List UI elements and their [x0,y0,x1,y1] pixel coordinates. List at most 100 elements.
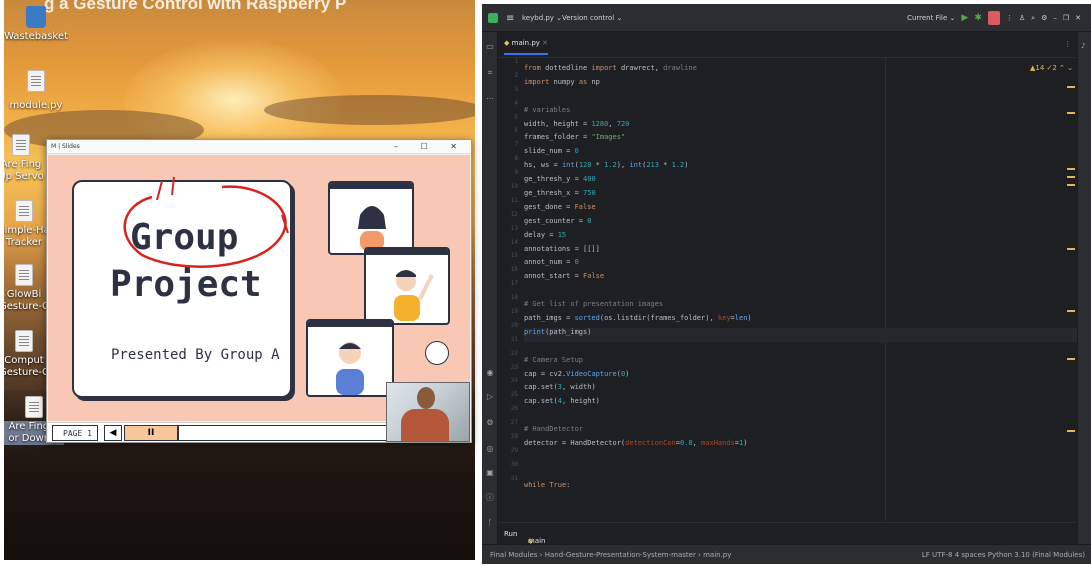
code-token: len [734,314,748,323]
code-line[interactable]: cap.set(4, height) [524,397,1077,411]
version-control-menu[interactable]: Version control ⌄ [562,14,622,22]
code-line[interactable]: cap = cv2.VideoCapture(0) [524,370,1077,384]
code-token: delay = [524,230,558,239]
code-line[interactable]: slide_num = 0 [524,147,1077,161]
version-control-icon[interactable]: ᚴ [485,518,495,528]
tab-options-icon[interactable]: ⋮ [1064,40,1071,48]
more-icon[interactable]: ⋮ [1006,14,1013,22]
code-token: int [561,161,575,170]
code-line[interactable]: path_imgs = sorted(os.listdir(frames_fol… [524,314,1077,328]
desktop-icon-label: Are Fing Up Servo [4,159,44,182]
computer-gesture-desktop-icon[interactable]: Comput Gesture-C [4,330,50,379]
stop-icon[interactable] [987,11,1000,25]
wastebasket-desktop-icon[interactable]: Wastebasket [4,6,68,43]
code-line[interactable]: annot_num = 0 [524,258,1077,272]
code-token: ), [616,161,630,170]
code-line[interactable] [524,92,1077,106]
minimize-icon[interactable]: – [1053,14,1057,22]
code-line[interactable]: # variables [524,106,1077,120]
code-token: "Images" [591,133,626,142]
line-number: 6 [514,127,518,135]
page-indicator: PAGE 1 [52,425,98,441]
problems-icon[interactable]: ⓘ [485,492,495,502]
line-number: 27 [510,419,518,427]
code-line[interactable]: gest_done = False [524,203,1077,217]
code-line[interactable]: ge_thresh_y = 400 [524,175,1077,189]
code-token: # Camera Setup [524,355,584,364]
code-with-me-icon[interactable]: ♙ [1019,14,1025,22]
pause-button[interactable]: II [124,425,178,441]
code-line[interactable]: import numpy as np [524,78,1077,92]
project-switcher[interactable]: keybd.py ⌄ [522,14,562,22]
code-line[interactable]: annotations = [[]] [524,245,1077,259]
code-line[interactable] [524,411,1077,425]
code-token: True [549,480,567,489]
code-line[interactable]: width, height = 1280, 720 [524,120,1077,134]
progress-track[interactable] [178,425,392,441]
code-line[interactable]: from dottedline import drawrect, drawlin… [524,64,1077,78]
pycharm-logo-icon[interactable] [488,13,498,23]
close-icon[interactable]: ✕ [1075,14,1081,22]
code-line[interactable]: detector = HandDetector(detectionCon=0.8… [524,439,1077,453]
code-line[interactable]: annot_start = False [524,272,1077,286]
breadcrumb[interactable]: Final Modules › Hand-Gesture-Presentatio… [490,551,731,559]
python-packages-icon[interactable]: ◉ [485,368,495,378]
code-line[interactable]: gest_counter = 0 [524,217,1077,231]
more-tools-icon[interactable]: … [485,92,495,102]
close-tab-icon[interactable]: ✕ [542,39,548,47]
settings-icon[interactable]: ⚙ [1041,14,1047,22]
line-number: 8 [514,155,518,163]
code-line[interactable]: # Get list of presentation images [524,300,1077,314]
slides-window-titlebar[interactable]: M | Slides – ☐ ✕ [47,140,471,154]
terminal-icon[interactable]: ▣ [485,468,495,478]
code-editor[interactable]: 1 2 3 4 5 6 7 8 9 10 11 12 13 14 15 16 17 18 19 20 21 22 23 24 2… [498,58,1077,522]
prev-slide-button[interactable]: ◀ [104,425,122,441]
line-number: 7 [514,141,518,149]
debug-icon[interactable]: ✱ [974,13,982,23]
project-icon[interactable]: ▭ [485,42,495,52]
module-py-desktop-icon[interactable]: module.py [4,70,68,112]
glowbit-gesture-desktop-icon[interactable]: GlowBi Gesture-C [4,264,50,313]
code-line[interactable] [524,453,1077,467]
code-token: # HandDetector [524,425,584,434]
tab-main-py[interactable]: ◆ main.py ✕ [504,39,549,55]
code-token: False [583,272,605,281]
code-line[interactable]: print(path_imgs) [524,327,1077,342]
code-line[interactable]: cap.set(3, width) [524,383,1077,397]
python-console-icon[interactable]: ◎ [485,444,495,454]
code-token: 400 [583,175,596,184]
run-config-select[interactable]: Current File ⌄ [907,14,955,22]
code-line[interactable] [524,286,1077,300]
restore-icon[interactable]: ❐ [1063,14,1069,22]
code-line[interactable]: while True: [524,481,1077,495]
run-tool-icon[interactable]: ▷ [485,392,495,402]
code-line[interactable]: ge_thresh_x = 750 [524,189,1077,203]
main-menu-icon[interactable]: ≡ [506,13,514,24]
right-tool-rail: ♪ [1077,32,1091,544]
status-right[interactable]: LF UTF-8 4 spaces Python 3.10 (Final Mod… [922,551,1085,559]
are-fingers-up-servo-desktop-icon[interactable]: Are Fing Up Servo [4,134,46,183]
code-line[interactable]: hs, ws = int(120 * 1.2), int(213 * 1.2) [524,161,1077,175]
line-number: 16 [510,266,518,274]
services-icon[interactable]: ⚙ [485,418,495,428]
code-line[interactable]: # HandDetector [524,425,1077,439]
code-line[interactable]: # Camera Setup [524,356,1077,370]
code-line[interactable] [524,342,1077,356]
structure-icon[interactable]: ⌗ [485,68,495,78]
simple-hand-tracker-desktop-icon[interactable]: Simple-Ha Tracker [4,200,50,249]
code-token: ) [747,314,752,323]
code-token: ge_thresh_y = [524,175,584,184]
notifications-icon[interactable]: ♪ [1081,42,1085,50]
inspection-widget[interactable]: ▲14 ✓2 ⌃ ⌄ [1030,64,1073,72]
line-number: 2 [514,71,518,79]
warning-mark [1067,112,1075,114]
code-line[interactable] [524,467,1077,481]
run-icon[interactable]: ▶ [961,13,968,23]
window-controls[interactable]: – ☐ ✕ [394,142,467,151]
search-icon[interactable]: ⌕ [1031,14,1035,23]
run-tab-label[interactable]: Run [504,530,517,538]
warning-mark [1067,86,1075,88]
code-area[interactable]: from dottedline import drawrect, drawlin… [524,64,1077,495]
code-line[interactable]: frames_folder = "Images" [524,133,1077,147]
code-line[interactable]: delay = 15 [524,231,1077,245]
